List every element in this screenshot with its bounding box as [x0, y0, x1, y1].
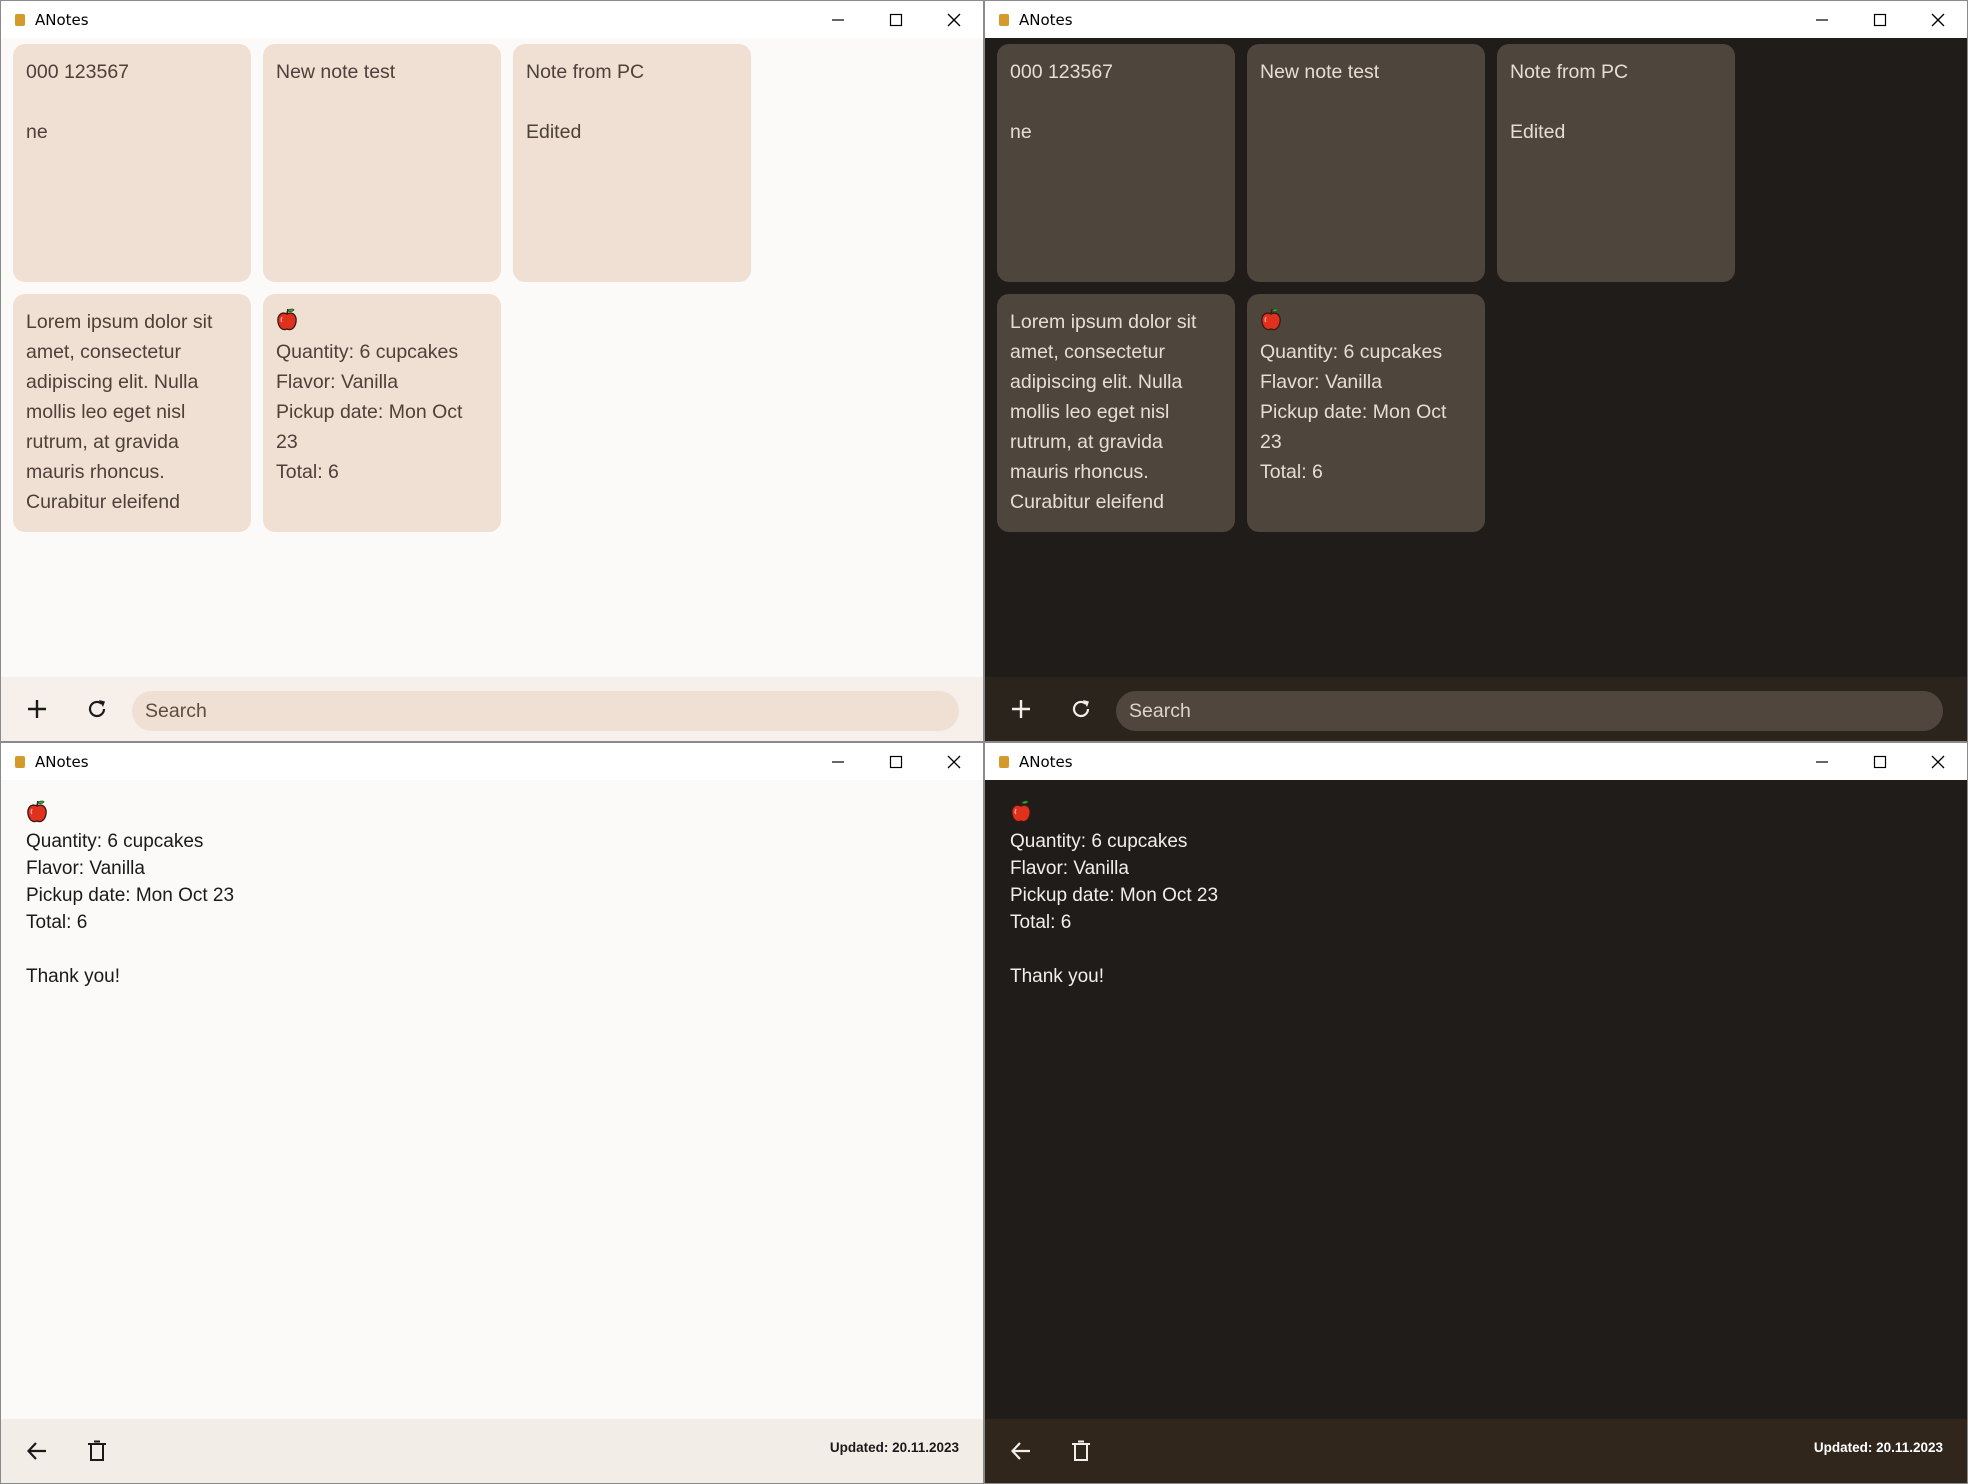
minimize-button[interactable] [1793, 1, 1851, 38]
note-text: Quantity: 6 cupcakes Flavor: Vanilla Pic… [1260, 341, 1447, 483]
close-button[interactable] [1909, 1, 1967, 38]
plus-icon [28, 700, 46, 718]
apple-icon [1261, 308, 1281, 331]
window-title: ANotes [1019, 11, 1073, 29]
refresh-icon [88, 700, 106, 718]
note-card[interactable]: Note from PC Edited [1497, 44, 1735, 282]
apple-icon [1011, 800, 1031, 823]
notes-list: 000 123567 ne New note test Note from PC… [985, 38, 1967, 741]
note-card[interactable]: New note test [1247, 44, 1485, 282]
window-light-list: ANotes 000 123567 ne New note test Note … [0, 0, 984, 742]
refresh-button[interactable] [77, 689, 117, 729]
note-card[interactable]: Lorem ipsum dolor sit amet, consectetur … [997, 294, 1235, 532]
note-card[interactable]: Quantity: 6 cupcakes Flavor: Vanilla Pic… [1247, 294, 1485, 532]
bottom-toolbar: Updated: 20.11.2023 [1, 1419, 983, 1483]
title-bar: ANotes [985, 1, 1967, 38]
bottom-toolbar: Search [1, 677, 983, 741]
app-icon [999, 756, 1009, 768]
close-button[interactable] [925, 743, 983, 780]
note-card[interactable]: New note test [263, 44, 501, 282]
close-button[interactable] [925, 1, 983, 38]
note-card[interactable]: 000 123567 ne [997, 44, 1235, 282]
note-body[interactable]: Quantity: 6 cupcakes Flavor: Vanilla Pic… [1010, 800, 1927, 990]
search-input[interactable]: Search [132, 691, 959, 731]
apple-icon [277, 308, 297, 331]
note-card[interactable]: Note from PC Edited [513, 44, 751, 282]
window-light-detail: ANotes Quantity: 6 cupcakes Flavor: Vani… [0, 742, 984, 1484]
note-body[interactable]: Quantity: 6 cupcakes Flavor: Vanilla Pic… [26, 800, 943, 990]
note-card[interactable]: Lorem ipsum dolor sit amet, consectetur … [13, 294, 251, 532]
delete-button[interactable] [77, 1431, 117, 1471]
note-card[interactable]: 000 123567 ne [13, 44, 251, 282]
trash-icon [88, 1440, 106, 1461]
note-card[interactable]: Quantity: 6 cupcakes Flavor: Vanilla Pic… [263, 294, 501, 532]
note-editor: Quantity: 6 cupcakes Flavor: Vanilla Pic… [985, 780, 1967, 1483]
arrow-left-icon [26, 1442, 46, 1460]
updated-timestamp: Updated: 20.11.2023 [829, 1440, 959, 1455]
search-input[interactable]: Search [1116, 691, 1943, 731]
app-icon [15, 14, 25, 26]
window-title: ANotes [35, 753, 89, 771]
maximize-button[interactable] [867, 1, 925, 38]
back-button[interactable] [17, 1431, 57, 1471]
plus-icon [1012, 700, 1030, 718]
window-title: ANotes [1019, 753, 1073, 771]
notes-list: 000 123567 ne New note test Note from PC… [1, 38, 983, 741]
delete-button[interactable] [1061, 1431, 1101, 1471]
refresh-icon [1072, 700, 1090, 718]
window-dark-detail: ANotes Quantity: 6 cupcakes Flavor: Vani… [984, 742, 1968, 1484]
title-bar: ANotes [985, 743, 1967, 780]
updated-timestamp: Updated: 20.11.2023 [1813, 1440, 1943, 1455]
bottom-toolbar: Updated: 20.11.2023 [985, 1419, 1967, 1483]
minimize-button[interactable] [809, 1, 867, 38]
note-text: Quantity: 6 cupcakes Flavor: Vanilla Pic… [1010, 831, 1219, 987]
arrow-left-icon [1010, 1442, 1030, 1460]
title-bar: ANotes [1, 743, 983, 780]
trash-icon [1072, 1440, 1090, 1461]
apple-icon [27, 800, 47, 823]
refresh-button[interactable] [1061, 689, 1101, 729]
app-icon [999, 14, 1009, 26]
add-note-button[interactable] [1001, 689, 1041, 729]
note-text: Quantity: 6 cupcakes Flavor: Vanilla Pic… [276, 341, 463, 483]
note-editor: Quantity: 6 cupcakes Flavor: Vanilla Pic… [1, 780, 983, 1483]
close-button[interactable] [1909, 743, 1967, 780]
window-dark-list: ANotes 000 123567 ne New note test Note … [984, 0, 1968, 742]
minimize-button[interactable] [1793, 743, 1851, 780]
title-bar: ANotes [1, 1, 983, 38]
add-note-button[interactable] [17, 689, 57, 729]
minimize-button[interactable] [809, 743, 867, 780]
bottom-toolbar: Search [985, 677, 1967, 741]
maximize-button[interactable] [1851, 743, 1909, 780]
maximize-button[interactable] [1851, 1, 1909, 38]
note-text: Quantity: 6 cupcakes Flavor: Vanilla Pic… [26, 831, 235, 987]
app-icon [15, 756, 25, 768]
window-title: ANotes [35, 11, 89, 29]
maximize-button[interactable] [867, 743, 925, 780]
back-button[interactable] [1001, 1431, 1041, 1471]
